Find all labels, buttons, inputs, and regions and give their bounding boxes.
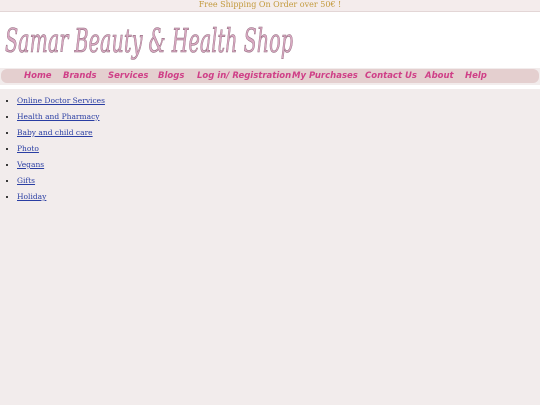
list-item: Baby and child care [17,122,540,138]
list-item: Photo [17,138,540,154]
list-item: Online Doctor Services [17,90,540,106]
category-link-gifts[interactable]: Gifts [17,176,35,185]
logo-text: Samar Beauty & Health Shop [5,21,293,60]
nav-services[interactable]: Services [108,70,148,82]
category-link-baby-and-child-care[interactable]: Baby and child care [17,128,93,137]
list-item: Gifts [17,170,540,186]
category-list: Online Doctor Services Health and Pharma… [0,90,540,202]
nav-about[interactable]: About [425,70,454,82]
shop-logo[interactable]: Samar Beauty & Health Shop [3,14,303,66]
header: Samar Beauty & Health Shop [0,12,540,68]
list-item: Vegans [17,154,540,170]
nav-brands[interactable]: Brands [63,70,97,82]
nav-my-purchases[interactable]: My Purchases [292,70,358,82]
category-link-online-doctor-services[interactable]: Online Doctor Services [17,96,105,105]
nav-home[interactable]: Home [24,70,52,82]
shipping-banner: Free Shipping On Order over 50€ ! [0,0,540,12]
page: Free Shipping On Order over 50€ ! Samar … [0,0,540,405]
main-content: Online Doctor Services Health and Pharma… [0,90,540,202]
list-item: Holiday [17,186,540,202]
list-item: Health and Pharmacy [17,106,540,122]
nav-login-registration[interactable]: Log in/ Registration [197,70,291,82]
nav-contact-us[interactable]: Contact Us [365,70,417,82]
category-link-vegans[interactable]: Vegans [17,160,44,169]
nav-divider [0,85,540,89]
nav-blogs[interactable]: Blogs [158,70,184,82]
category-link-photo[interactable]: Photo [17,144,39,153]
category-link-health-and-pharmacy[interactable]: Health and Pharmacy [17,112,100,121]
main-nav: Home Brands Services Blogs Log in/ Regis… [1,69,539,83]
nav-help[interactable]: Help [465,70,487,82]
category-link-holiday[interactable]: Holiday [17,192,46,201]
